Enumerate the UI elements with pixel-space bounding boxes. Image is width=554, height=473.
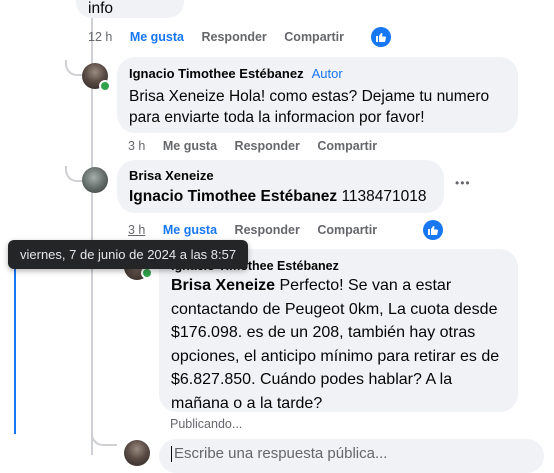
reply-bubble-ignacio: Ignacio Timothee Estébanez Autor Brisa Xe… bbox=[117, 57, 518, 133]
top-comment-bubble: info bbox=[76, 0, 184, 18]
comment-author[interactable]: Ignacio Timothee Estébanez bbox=[129, 66, 304, 81]
share-button[interactable]: Compartir bbox=[317, 223, 377, 237]
phone-number: 1138471018 bbox=[337, 188, 427, 205]
mention-link[interactable]: Brisa Xeneize bbox=[171, 277, 275, 294]
reply-input[interactable]: Escribe una respuesta pública... bbox=[159, 439, 544, 473]
reply-input-placeholder: Escribe una respuesta pública... bbox=[174, 445, 388, 462]
comment-body: Perfecto! Se van a estar contactando de … bbox=[171, 277, 500, 412]
author-badge: Autor bbox=[311, 66, 343, 81]
thread-line-highlight bbox=[14, 250, 16, 434]
avatar[interactable] bbox=[82, 167, 108, 193]
posting-status: Publicando... bbox=[170, 417, 243, 431]
timestamp-tooltip: viernes, 7 de junio de 2024 a las 8:57 bbox=[8, 240, 249, 269]
like-button[interactable]: Me gusta bbox=[163, 139, 217, 153]
online-status-dot bbox=[99, 80, 111, 92]
reply1-actions: 3 h Me gusta Responder Compartir bbox=[128, 139, 391, 153]
reply-bubble-brisa: Brisa Xeneize Ignacio Timothee Estébanez… bbox=[117, 160, 444, 213]
comment-text: Brisa Xeneize Perfecto! Se van a estar c… bbox=[171, 274, 506, 415]
timestamp[interactable]: 3 h bbox=[128, 223, 145, 237]
like-reaction-icon[interactable] bbox=[423, 220, 443, 240]
reply-button[interactable]: Responder bbox=[202, 30, 267, 44]
like-button[interactable]: Me gusta bbox=[130, 30, 184, 44]
top-comment-text: info bbox=[88, 0, 113, 17]
reply-button[interactable]: Responder bbox=[235, 223, 300, 237]
mention-link[interactable]: Ignacio Timothee Estébanez bbox=[129, 188, 337, 205]
share-button[interactable]: Compartir bbox=[284, 30, 344, 44]
thread-connector bbox=[91, 430, 117, 446]
avatar bbox=[124, 440, 150, 466]
comment-author[interactable]: Brisa Xeneize bbox=[129, 168, 432, 183]
reply-bubble-ignacio-2: Ignacio Timothee Estébanez Brisa Xeneize… bbox=[159, 249, 518, 412]
timestamp[interactable]: 12 h bbox=[88, 30, 112, 44]
comment-text: Brisa Xeneize Hola! como estas? Dejame t… bbox=[129, 88, 490, 126]
like-button[interactable]: Me gusta bbox=[163, 223, 217, 237]
more-options-button[interactable]: ••• bbox=[455, 176, 471, 190]
timestamp[interactable]: 3 h bbox=[128, 139, 145, 153]
reply2-actions: 3 h Me gusta Responder Compartir bbox=[128, 223, 391, 237]
top-comment-actions: 12 h Me gusta Responder Compartir bbox=[88, 30, 358, 44]
comment-text: Ignacio Timothee Estébanez 1138471018 bbox=[129, 186, 432, 207]
reply-button[interactable]: Responder bbox=[235, 139, 300, 153]
share-button[interactable]: Compartir bbox=[317, 139, 377, 153]
text-cursor bbox=[171, 446, 172, 463]
like-reaction-icon[interactable] bbox=[371, 27, 391, 47]
